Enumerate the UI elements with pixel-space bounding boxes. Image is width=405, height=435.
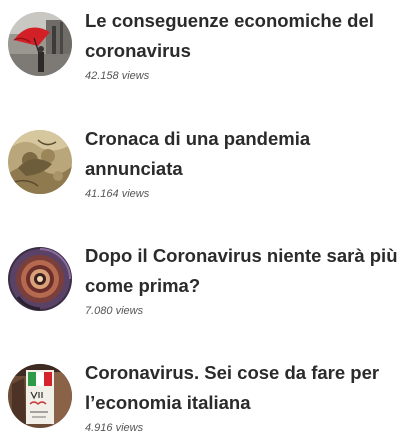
- post-thumbnail-italian-flag-sign[interactable]: [8, 364, 72, 428]
- post-text: Cronaca di una pandemia annunciata 41.16…: [85, 124, 403, 201]
- sepia-painting-photo-icon: [8, 130, 72, 194]
- post-view-count: 42.158 views: [85, 70, 150, 82]
- post-title-link[interactable]: Cronaca di una pandemia annunciata: [85, 124, 403, 184]
- spiral-staircase-photo-icon: [8, 247, 72, 311]
- post-view-count: 4.916 views: [85, 422, 144, 434]
- italian-flag-sign-photo-icon: [8, 364, 72, 428]
- post-title-link[interactable]: Coronavirus. Sei cose da fare per l’econ…: [85, 358, 403, 418]
- post-view-count: 7.080 views: [85, 305, 144, 317]
- post-title-link[interactable]: Dopo il Coronavirus niente sarà più come…: [85, 241, 403, 301]
- post-view-count: 41.164 views: [85, 188, 150, 200]
- post-thumbnail-sepia-painting[interactable]: [8, 130, 72, 194]
- post-text: Le conseguenze economiche del coronaviru…: [85, 6, 403, 83]
- post-text: Coronavirus. Sei cose da fare per l’econ…: [85, 358, 403, 435]
- red-umbrella-photo-icon: [8, 12, 72, 76]
- post-thumbnail-spiral-staircase[interactable]: [8, 247, 72, 311]
- post-thumbnail-red-umbrella[interactable]: [8, 12, 72, 76]
- post-title-link[interactable]: Le conseguenze economiche del coronaviru…: [85, 6, 403, 66]
- post-text: Dopo il Coronavirus niente sarà più come…: [85, 241, 403, 318]
